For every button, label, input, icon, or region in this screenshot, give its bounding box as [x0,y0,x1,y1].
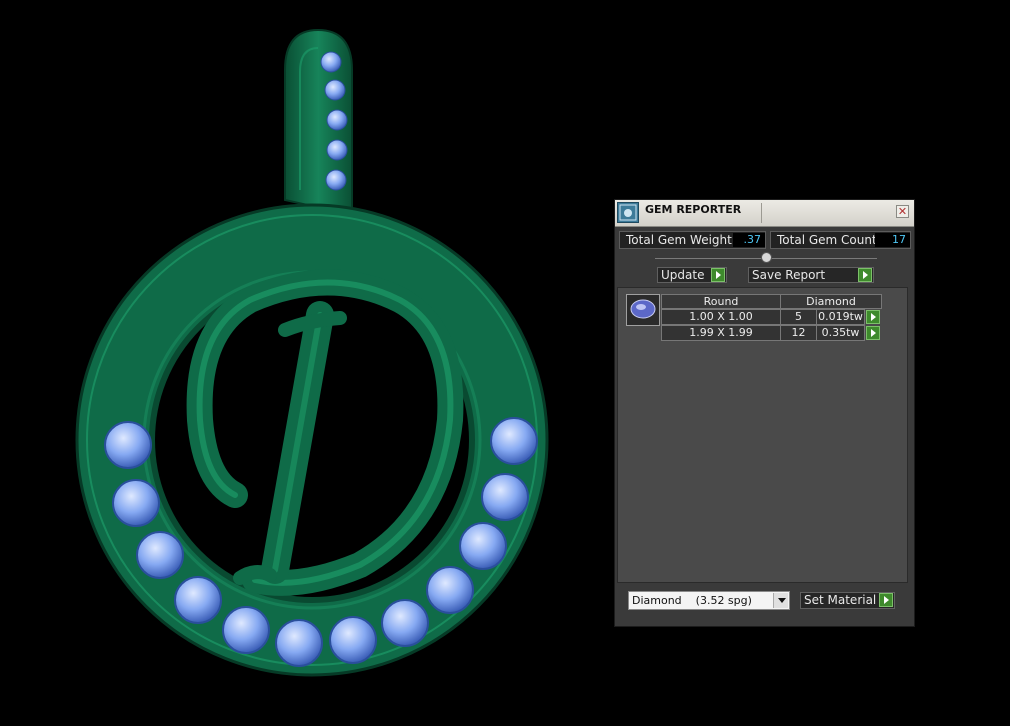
total-gem-count: Total Gem Count 17 [770,231,911,249]
total-gem-count-value: 17 [875,233,910,247]
set-material-go-icon[interactable] [879,593,893,607]
row-go-icon[interactable] [866,326,880,340]
gem-size-cell: 1.00 X 1.00 [661,309,781,325]
total-gem-count-label: Total Gem Count [777,233,877,247]
chevron-down-icon[interactable] [773,593,788,608]
total-gem-weight: Total Gem Weight .37 [619,231,766,249]
panel-title: GEM REPORTER [645,203,742,216]
close-icon[interactable]: ✕ [896,205,909,218]
row-go-icon[interactable] [866,310,880,324]
panel-titlebar[interactable]: GEM REPORTER ✕ [615,200,914,227]
set-material-button-label: Set Material [804,593,877,607]
gem-weight-cell: 0.35tw [816,325,865,341]
gem-weight-cell: 0.019tw [816,309,865,325]
gem-count-cell: 12 [780,325,817,341]
titlebar-divider [761,203,762,223]
set-material-button[interactable]: Set Material [800,592,895,609]
gem-list: Round Diamond 1.00 X 1.00 5 0.019tw 1.99… [617,287,908,583]
total-gem-weight-value: .37 [733,233,765,247]
gem-reporter-panel: GEM REPORTER ✕ Total Gem Weight .37 Tota… [614,199,915,627]
update-button-label: Update [661,268,705,282]
round-diamond-thumbnail[interactable] [626,294,660,326]
gem-count-cell: 5 [780,309,817,325]
column-header-shape: Round [661,294,781,309]
3d-viewport[interactable] [0,0,600,726]
material-select[interactable]: Diamond (3.52 spg) [628,591,790,610]
splitter-handle[interactable] [761,252,772,263]
total-gem-weight-label: Total Gem Weight [626,233,732,247]
update-button[interactable]: Update [657,267,727,283]
save-report-button-label: Save Report [752,268,826,282]
gem-reporter-icon [617,202,639,223]
gem-size-cell: 1.99 X 1.99 [661,325,781,341]
save-report-button[interactable]: Save Report [748,267,874,283]
column-header-material: Diamond [780,294,882,309]
update-go-icon[interactable] [711,268,725,282]
material-select-value: Diamond (3.52 spg) [632,594,752,607]
save-report-go-icon[interactable] [858,268,872,282]
